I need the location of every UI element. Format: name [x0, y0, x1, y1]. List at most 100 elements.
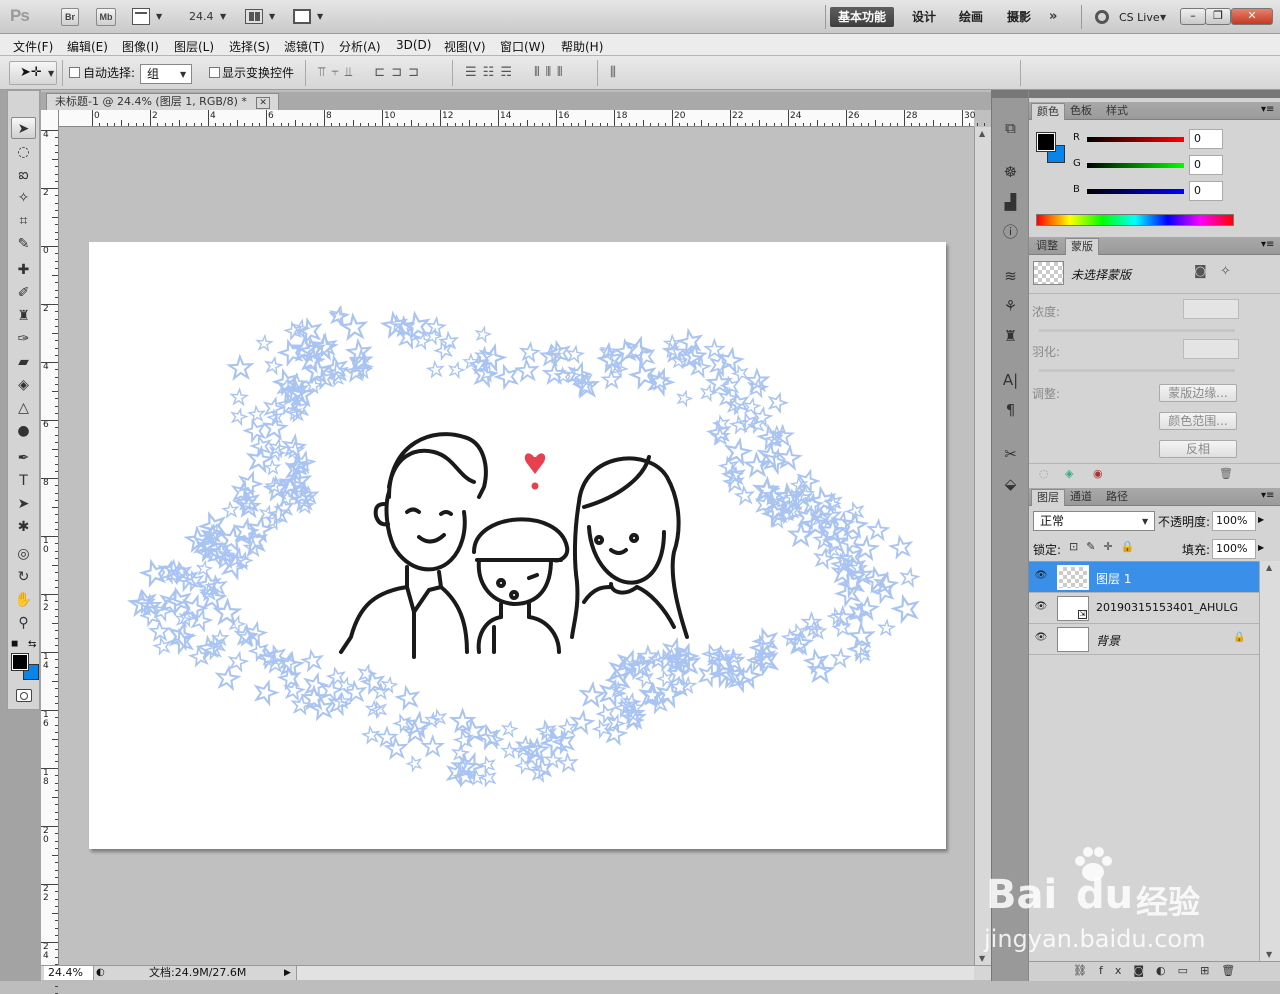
- invert-button[interactable]: 反相: [1159, 440, 1237, 458]
- visibility-eye-icon[interactable]: 👁: [1033, 632, 1049, 646]
- b-value[interactable]: 0: [1189, 181, 1223, 201]
- status-zoom[interactable]: 24.4%: [44, 966, 94, 980]
- density-slider[interactable]: [1039, 329, 1235, 332]
- chevron-down-icon[interactable]: ▼: [1160, 13, 1166, 22]
- menu-select[interactable]: 选择(S): [229, 38, 270, 55]
- layer-name[interactable]: 背景: [1096, 632, 1120, 649]
- align-top-icon[interactable]: ⫪: [318, 65, 331, 80]
- color-ramp[interactable]: [1036, 214, 1234, 226]
- tool-presets-icon[interactable]: ✂: [997, 442, 1024, 466]
- type-tool-icon[interactable]: T: [11, 470, 36, 492]
- 3d-panel-icon[interactable]: ⬙: [997, 472, 1024, 496]
- opacity-value[interactable]: 100%: [1212, 511, 1256, 531]
- restore-button[interactable]: ❐: [1205, 8, 1231, 25]
- color-fg-swatch[interactable]: [1036, 132, 1056, 152]
- fill-arrow-icon[interactable]: ▶: [1258, 543, 1264, 552]
- paragraph-panel-icon[interactable]: ¶: [997, 398, 1024, 422]
- show-transform-checkbox[interactable]: [209, 67, 220, 78]
- character-panel-icon[interactable]: A|: [997, 368, 1024, 392]
- align-right-icon[interactable]: ⊐: [408, 65, 425, 80]
- clone-source-icon[interactable]: ♜: [997, 324, 1024, 348]
- brush-presets-icon[interactable]: ⚘: [997, 294, 1024, 318]
- cs-live-icon[interactable]: [1095, 10, 1109, 24]
- delete-mask-icon[interactable]: 🗑: [1219, 467, 1233, 480]
- status-info-icon[interactable]: ◐: [96, 966, 105, 980]
- panel-menu-icon[interactable]: ▾≡: [1261, 239, 1274, 250]
- menu-filter[interactable]: 滤镜(T): [284, 38, 325, 55]
- disable-mask-icon[interactable]: ◉: [1093, 467, 1103, 480]
- visibility-eye-icon[interactable]: 👁: [1033, 601, 1049, 615]
- lock-position-icon[interactable]: ✛: [1103, 540, 1120, 553]
- tab-masks[interactable]: 蒙版: [1065, 238, 1099, 255]
- menu-image[interactable]: 图像(I): [122, 38, 159, 55]
- distribute-top-icon[interactable]: ☰: [465, 65, 483, 80]
- navigator-panel-icon[interactable]: ☸: [997, 160, 1024, 184]
- chevron-down-icon[interactable]: ▼: [269, 12, 275, 21]
- tool-preset-picker[interactable]: ➤✛ ▼: [9, 61, 57, 85]
- tab-styles[interactable]: 样式: [1101, 103, 1133, 120]
- density-field[interactable]: [1183, 299, 1239, 319]
- align-bottom-icon[interactable]: ⫫: [345, 65, 358, 80]
- panel-menu-icon[interactable]: ▾≡: [1261, 490, 1274, 501]
- color-range-button[interactable]: 颜色范围...: [1159, 412, 1237, 430]
- brushes-panel-icon[interactable]: ≋: [997, 264, 1024, 288]
- menu-window[interactable]: 窗口(W): [500, 38, 545, 55]
- mask-edge-button[interactable]: 蒙版边缘...: [1159, 384, 1237, 402]
- default-colors-icon[interactable]: ◼: [11, 639, 18, 649]
- image-canvas[interactable]: [89, 242, 946, 849]
- close-button[interactable]: ✕: [1231, 8, 1273, 25]
- chevron-down-icon[interactable]: ▼: [156, 12, 162, 21]
- lock-buttons-group[interactable]: ⊡✎✛🔒: [1069, 540, 1142, 553]
- extras-button[interactable]: [132, 8, 150, 25]
- distribute-left-icon[interactable]: ⫴: [534, 65, 545, 80]
- g-slider[interactable]: [1087, 163, 1184, 168]
- tab-swatches[interactable]: 色板: [1065, 103, 1097, 120]
- menu-3d[interactable]: 3D(D): [396, 38, 431, 52]
- layer-row[interactable]: 👁 图层 1: [1029, 562, 1259, 593]
- move-tool-icon[interactable]: ➤: [11, 117, 36, 139]
- auto-align-icon[interactable]: ⫼: [610, 65, 616, 80]
- hand-tool-icon[interactable]: ✋: [11, 589, 36, 611]
- layer-row[interactable]: 👁 背景 🔒: [1029, 624, 1259, 655]
- mini-bridge-button[interactable]: Mb: [96, 8, 116, 26]
- distribute-right-icon[interactable]: ⫴: [557, 65, 568, 80]
- feather-slider[interactable]: [1039, 369, 1235, 372]
- horizontal-ruler[interactable]: 0 2 4 6 8 10 12 14 16 18 20 22 24 26 28 30: [59, 110, 1014, 127]
- zoom-tool-icon[interactable]: ⚲: [11, 612, 36, 634]
- vertical-ruler[interactable]: 4 2 0 2 4 6 8 10 12 14 16 18 20 22 24: [41, 110, 59, 994]
- lock-pixels-icon[interactable]: ✎: [1086, 540, 1103, 553]
- workspace-essentials[interactable]: 基本功能: [830, 7, 895, 27]
- healing-brush-icon[interactable]: ✚: [11, 259, 36, 281]
- history-brush-icon[interactable]: ✑: [11, 328, 36, 350]
- eyedropper-tool-icon[interactable]: ✎: [11, 233, 36, 255]
- layer-name[interactable]: 20190315153401_AHULG: [1096, 601, 1238, 614]
- history-panel-icon[interactable]: ⧉: [997, 116, 1024, 140]
- vertical-scrollbar[interactable]: ▲ ▼: [974, 127, 991, 965]
- workspace-painting[interactable]: 绘画: [951, 7, 991, 27]
- blur-tool-icon[interactable]: △: [11, 397, 36, 419]
- lock-all-icon[interactable]: 🔒: [1121, 540, 1143, 553]
- menu-layer[interactable]: 图层(L): [174, 38, 214, 55]
- lock-transparency-icon[interactable]: ⊡: [1069, 540, 1086, 553]
- distribute-vcenter-icon[interactable]: ☷: [483, 65, 501, 80]
- workspace-photography[interactable]: 摄影: [999, 7, 1039, 27]
- menu-view[interactable]: 视图(V): [444, 38, 486, 55]
- align-left-icon[interactable]: ⊏: [374, 65, 391, 80]
- visibility-eye-icon[interactable]: 👁: [1033, 570, 1049, 584]
- swap-colors-icon[interactable]: ⇆: [28, 639, 36, 650]
- minimize-button[interactable]: –: [1180, 8, 1206, 25]
- distribute-buttons-group[interactable]: ☰☷☴ ⫴⫴⫴: [465, 65, 569, 80]
- align-hcenter-icon[interactable]: ⊐: [391, 65, 408, 80]
- quick-mask-icon[interactable]: [16, 689, 32, 702]
- dodge-tool-icon[interactable]: ●: [11, 420, 36, 442]
- distribute-bottom-icon[interactable]: ☴: [500, 65, 518, 80]
- menu-help[interactable]: 帮助(H): [561, 38, 603, 55]
- layer-row[interactable]: 👁 ⇲ 20190315153401_AHULG: [1029, 593, 1259, 624]
- tab-paths[interactable]: 路径: [1101, 489, 1133, 506]
- 3d-orbit-icon[interactable]: ↻: [11, 566, 36, 588]
- b-slider[interactable]: [1087, 189, 1184, 194]
- quick-select-tool-icon[interactable]: ✧: [11, 187, 36, 209]
- brush-tool-icon[interactable]: ✐: [11, 282, 36, 304]
- more-workspaces-icon[interactable]: »: [1049, 9, 1057, 24]
- foreground-color-swatch[interactable]: [11, 653, 29, 671]
